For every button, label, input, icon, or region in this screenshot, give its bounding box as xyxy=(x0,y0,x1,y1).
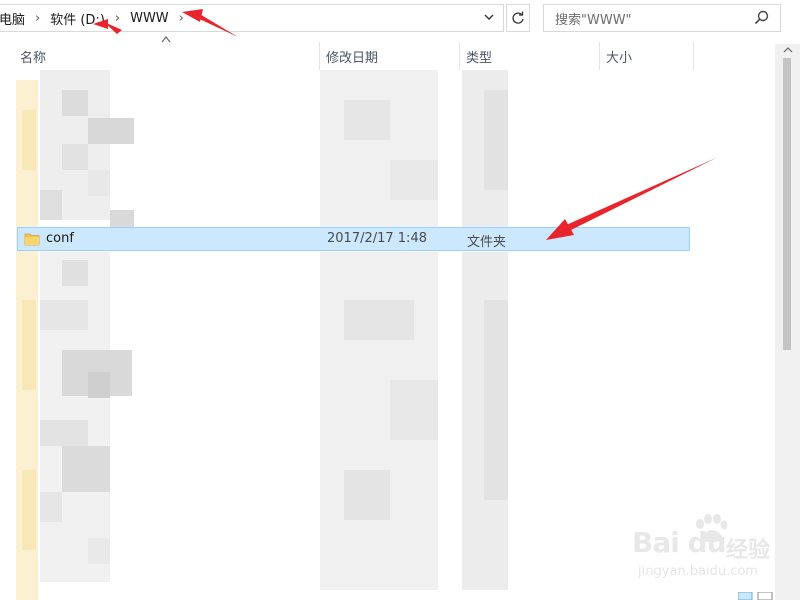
address-dropdown-icon[interactable] xyxy=(483,9,495,25)
column-header-type[interactable]: 类型 xyxy=(460,42,598,70)
breadcrumb-computer[interactable]: 电脑 xyxy=(0,9,25,28)
search-input[interactable]: 搜索"WWW" xyxy=(555,9,632,28)
refresh-button[interactable] xyxy=(506,4,530,32)
column-divider[interactable] xyxy=(693,42,694,70)
baidu-watermark-logo: Bai du 经验 jingyan.baidu.com xyxy=(618,508,788,586)
refresh-icon xyxy=(512,11,524,24)
file-modified-date: 2017/2/17 1:48 xyxy=(327,231,427,246)
column-header-size[interactable]: 大小 xyxy=(600,42,692,70)
scrollbar-thumb[interactable] xyxy=(783,58,791,350)
breadcrumb-folder[interactable]: WWW xyxy=(130,11,169,26)
watermark-cn: 经验 xyxy=(726,538,771,563)
file-row-selected[interactable]: conf 2017/2/17 1:48 文件夹 xyxy=(17,227,690,251)
breadcrumb-separator: › xyxy=(114,10,121,26)
search-icon[interactable] xyxy=(754,10,770,26)
search-box[interactable]: 搜索"WWW" xyxy=(543,4,781,32)
breadcrumb-separator: › xyxy=(178,10,184,26)
scroll-up-icon[interactable] xyxy=(783,46,793,54)
breadcrumb-drive[interactable]: 软件 (D:) xyxy=(50,9,105,28)
address-bar[interactable]: 电脑 › 软件 (D:) › WWW › xyxy=(0,4,504,32)
annotation-arrow-icon xyxy=(564,157,718,232)
column-header-date[interactable]: 修改日期 xyxy=(320,42,458,70)
breadcrumb-separator: › xyxy=(35,10,41,26)
folder-icon xyxy=(24,233,40,246)
watermark-url: jingyan.baidu.com xyxy=(638,564,758,579)
paw-icon xyxy=(696,514,728,543)
file-name: conf xyxy=(46,231,74,246)
column-header-name[interactable]: 名称 xyxy=(14,42,314,70)
file-type: 文件夹 xyxy=(467,235,507,250)
column-headers: 名称 修改日期 类型 大小 xyxy=(0,42,775,70)
view-mode-icons[interactable] xyxy=(738,592,778,600)
